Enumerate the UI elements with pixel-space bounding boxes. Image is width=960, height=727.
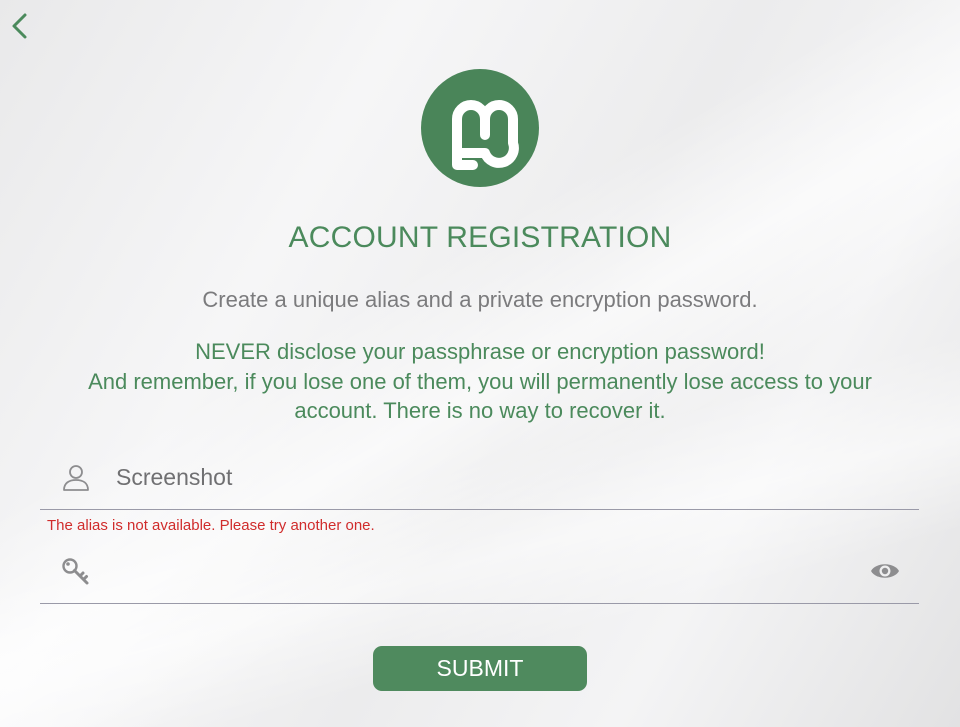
app-logo-icon xyxy=(421,69,539,187)
security-warning: NEVER disclose your passphrase or encryp… xyxy=(30,337,930,426)
warning-line: account. There is no way to recover it. xyxy=(294,398,666,423)
warning-line: NEVER disclose your passphrase or encryp… xyxy=(195,339,765,364)
alias-field[interactable]: Screenshot xyxy=(40,447,919,510)
page-subtitle: Create a unique alias and a private encr… xyxy=(202,287,758,312)
submit-button[interactable]: SUBMIT xyxy=(373,646,587,691)
warning-line: And remember, if you lose one of them, y… xyxy=(88,368,872,394)
eye-icon[interactable] xyxy=(869,558,901,584)
app-logo xyxy=(421,69,539,187)
alias-input-value[interactable]: Screenshot xyxy=(116,464,232,491)
key-icon xyxy=(62,558,89,585)
password-field[interactable] xyxy=(40,541,919,604)
page-title: ACCOUNT REGISTRATION xyxy=(288,221,672,254)
user-icon xyxy=(63,465,89,491)
chevron-left-icon xyxy=(12,13,27,39)
back-button[interactable] xyxy=(8,10,32,42)
alias-error-message: The alias is not available. Please try a… xyxy=(47,517,375,534)
